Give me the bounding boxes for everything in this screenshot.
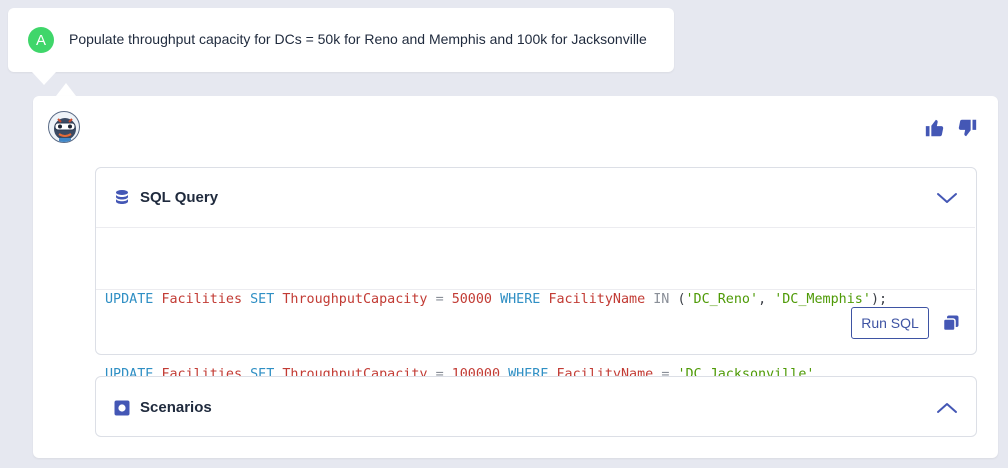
sql-token: SET [250,292,275,307]
sql-query-title: SQL Query [140,188,219,206]
sql-token: 'DC_Memphis' [774,292,871,307]
sql-token: IN [653,292,670,307]
assistant-response-card: SQL Query UPDATE Facilities SET Throughp… [33,96,998,458]
sql-token: Facilities [161,292,243,307]
thumbs-up-icon[interactable] [924,117,946,139]
user-prompt-text: Populate throughput capacity for DCs = 5… [69,31,647,47]
sql-token: UPDATE [105,292,154,307]
sql-token: ); [870,292,888,307]
copy-icon[interactable] [942,314,960,332]
scenarios-header[interactable]: Scenarios [114,377,212,438]
user-prompt-bubble: A Populate throughput capacity for DCs =… [8,8,674,72]
prompt-bubble-tail [32,72,56,85]
sql-code-line: UPDATE Facilities SET ThroughputCapacity… [105,287,975,312]
sql-query-header[interactable]: SQL Query [114,168,218,226]
sql-token: WHERE [500,292,541,307]
thumbs-down-icon[interactable] [956,117,978,139]
scenario-square-icon [114,400,130,415]
chevron-down-icon[interactable] [936,191,958,205]
scenarios-title: Scenarios [140,399,212,416]
run-sql-button[interactable]: Run SQL [851,307,929,339]
bot-mascot-icon [54,118,76,142]
chevron-up-icon[interactable] [936,401,958,415]
user-avatar: A [28,27,54,53]
scenarios-panel: Scenarios [95,376,977,437]
database-icon [116,190,128,204]
sql-code-block[interactable]: UPDATE Facilities SET ThroughputCapacity… [96,227,975,382]
feedback-controls [924,117,978,139]
sql-token: , [758,292,775,307]
sql-query-panel: SQL Query UPDATE Facilities SET Throughp… [95,167,977,382]
sql-token: = [435,292,444,307]
assistant-avatar [48,111,80,143]
sql-token: ThroughputCapacity [282,292,428,307]
sql-token: 'DC_Reno' [685,292,759,307]
sql-token: ( [677,292,686,307]
sql-token: 50000 [451,292,492,307]
sql-token: FacilityName [548,292,646,307]
response-bubble-tail [56,83,76,96]
